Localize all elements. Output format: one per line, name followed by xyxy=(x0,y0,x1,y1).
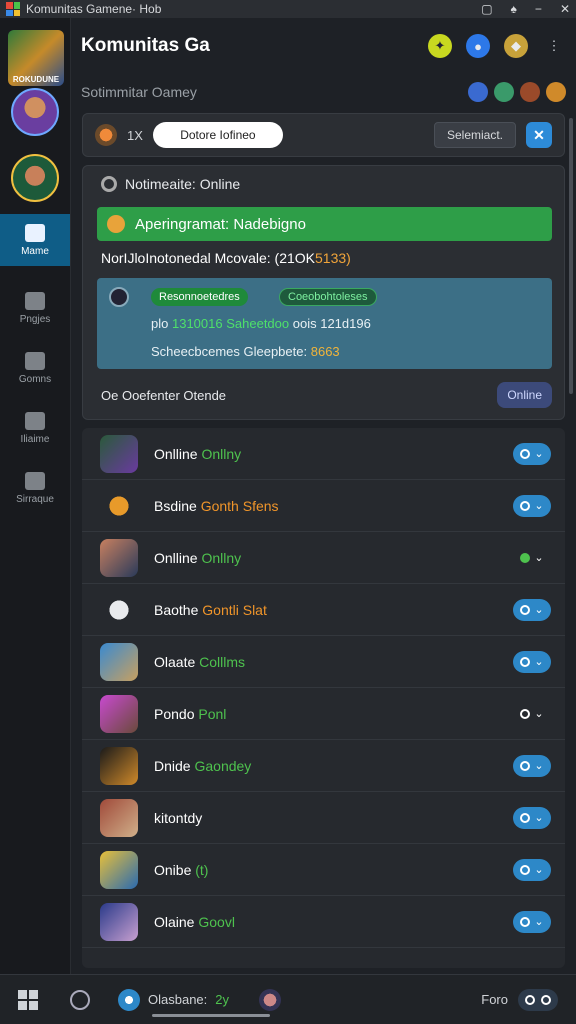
info-icon[interactable] xyxy=(70,989,90,1010)
status-toggle[interactable]: ⌄ xyxy=(513,754,551,777)
status-toggle[interactable]: ⌄ xyxy=(513,806,551,829)
sidebar-item-settings[interactable]: Sirraque xyxy=(0,462,70,514)
select-button[interactable]: Selemiact. xyxy=(433,122,516,148)
list-item[interactable]: Olaate Colllms ⌄ xyxy=(82,636,565,688)
info-box: Resonnoetedres Coeobohtoleses plo 131001… xyxy=(97,278,552,369)
status-toggle[interactable]: ⌄ xyxy=(513,858,551,881)
list-item[interactable]: Onibe (t) ⌄ xyxy=(82,844,565,896)
minimize-icon[interactable]: − xyxy=(535,2,542,16)
subheader: Sotimmitar Oamey xyxy=(71,74,576,110)
close-window-icon[interactable]: ✕ xyxy=(560,2,570,16)
list-item[interactable]: Onlline Onllny ⌄ xyxy=(82,428,565,480)
game-icon xyxy=(100,486,138,525)
game-icon xyxy=(100,590,138,629)
sidebar-item-pages[interactable]: Pngjes xyxy=(0,282,70,334)
trophy-icon[interactable]: ◆ xyxy=(504,34,528,58)
friend-avatar[interactable] xyxy=(546,82,566,102)
controller-icon xyxy=(25,471,45,490)
online-button[interactable]: Online xyxy=(497,382,552,408)
list-item[interactable]: Bsdine Gonth Sfens ⌄ xyxy=(82,480,565,532)
result-count: 1X xyxy=(127,127,143,143)
profile-icon[interactable]: ♠ xyxy=(511,2,517,16)
game-icon xyxy=(100,850,138,889)
search-bar: 1X Dotore Iofineo Selemiact. ✕ xyxy=(82,113,565,157)
avatar xyxy=(109,287,129,307)
status-notice: NorIJloInotonedal Mcovale: (21OK5133) xyxy=(101,250,351,266)
avatar[interactable] xyxy=(259,988,281,1011)
tag-badge[interactable]: Coeobohtoleses xyxy=(279,288,377,306)
status-toggle[interactable]: ⌄ xyxy=(513,442,551,465)
sidebar-item-library[interactable]: Iliaime xyxy=(0,402,70,454)
status-toggle[interactable]: ⌄ xyxy=(513,494,551,517)
list-item[interactable]: kitontdy ⌄ xyxy=(82,792,565,844)
window-title: Komunitas Gamene· Hob xyxy=(26,2,162,16)
status-toggle[interactable]: ⌄ xyxy=(513,650,551,673)
list-item[interactable]: Pondo Ponl ⌄ xyxy=(82,688,565,740)
sidebar-item-games[interactable]: Gomns xyxy=(0,342,70,394)
status-banner[interactable]: Aperingramat: Nadebigno xyxy=(97,207,552,241)
sidebar: ROKUDUNE Mame Pngjes Gomns Iliaime Sirra… xyxy=(0,18,71,974)
tag-badge[interactable]: Resonnoetedres xyxy=(151,288,248,306)
friend-avatar[interactable] xyxy=(494,82,514,102)
list-item[interactable]: Olaine Goovl ⌄ xyxy=(82,896,565,948)
window-titlebar: Komunitas Gamene· Hob ▢ ♠ − ✕ xyxy=(0,0,576,18)
page-subtitle: Sotimmitar Oamey xyxy=(81,84,197,100)
game-icon xyxy=(100,902,138,941)
list-item[interactable]: Dnide Gaondey ⌄ xyxy=(82,740,565,792)
status-toggle[interactable]: ⌄ xyxy=(513,703,551,725)
puzzle-icon xyxy=(25,411,45,430)
close-button[interactable]: ✕ xyxy=(526,122,552,148)
restore-icon[interactable]: ▢ xyxy=(481,2,492,16)
app-icon xyxy=(118,988,140,1011)
game-icon xyxy=(100,434,138,473)
status-ring-icon xyxy=(101,176,117,192)
app-title: Komunitas Ga xyxy=(81,35,210,56)
sidebar-item-home[interactable]: Mame xyxy=(0,214,70,266)
friend-avatar[interactable] xyxy=(520,82,540,102)
status-toggle[interactable]: ⌄ xyxy=(513,547,551,569)
list-item[interactable]: Onlline Onllny ⌄ xyxy=(82,532,565,584)
friend-avatar[interactable] xyxy=(468,82,488,102)
game-icon xyxy=(100,538,138,577)
game-icon xyxy=(100,798,138,837)
search-input[interactable]: Dotore Iofineo xyxy=(152,122,283,148)
list-item[interactable]: Baothe Gontli Slat ⌄ xyxy=(82,584,565,636)
game-icon xyxy=(100,694,138,733)
user-badge-icon xyxy=(95,124,117,146)
people-icon xyxy=(25,291,45,310)
status-header: Notimeaite: Online xyxy=(125,176,241,192)
alert-icon xyxy=(107,215,125,233)
info-line: Scheecbcemes Gleepbete: 8663 xyxy=(151,344,340,359)
scrollbar[interactable] xyxy=(569,118,573,394)
avatar[interactable] xyxy=(11,88,59,136)
more-menu-icon[interactable]: ⋮ xyxy=(542,34,566,58)
gamepad-icon xyxy=(25,351,45,370)
folder-icon xyxy=(25,223,45,242)
info-line: plo 1310016 Saheetdoo oois 121d196 xyxy=(151,316,371,331)
app-header: Komunitas Ga ✦ ● ◆ ⋮ xyxy=(71,18,576,74)
scroll-indicator xyxy=(152,1014,270,1017)
taskbar-app[interactable]: Olasbane: 2y xyxy=(118,988,229,1011)
status-footer: Oe Ooefenter Otende xyxy=(101,388,227,403)
status-toggle[interactable]: ⌄ xyxy=(513,910,551,933)
status-toggle[interactable]: ⌄ xyxy=(513,598,551,621)
tray-toggle[interactable] xyxy=(518,988,558,1011)
game-list: Onlline Onllny ⌄ Bsdine Gonth Sfens ⌄ On… xyxy=(82,428,565,968)
game-icon xyxy=(100,642,138,681)
compass-icon[interactable]: ✦ xyxy=(428,34,452,58)
globe-icon[interactable]: ● xyxy=(466,34,490,58)
taskbar: Olasbane: 2y Foro xyxy=(0,974,576,1024)
start-menu-icon[interactable] xyxy=(18,989,38,1010)
community-logo[interactable]: ROKUDUNE xyxy=(8,30,64,86)
status-panel: Notimeaite: Online Aperingramat: Nadebig… xyxy=(82,165,565,420)
taskbar-label: Foro xyxy=(481,992,508,1007)
app-logo-icon xyxy=(6,2,20,16)
game-icon xyxy=(100,746,138,785)
avatar[interactable] xyxy=(11,154,59,202)
